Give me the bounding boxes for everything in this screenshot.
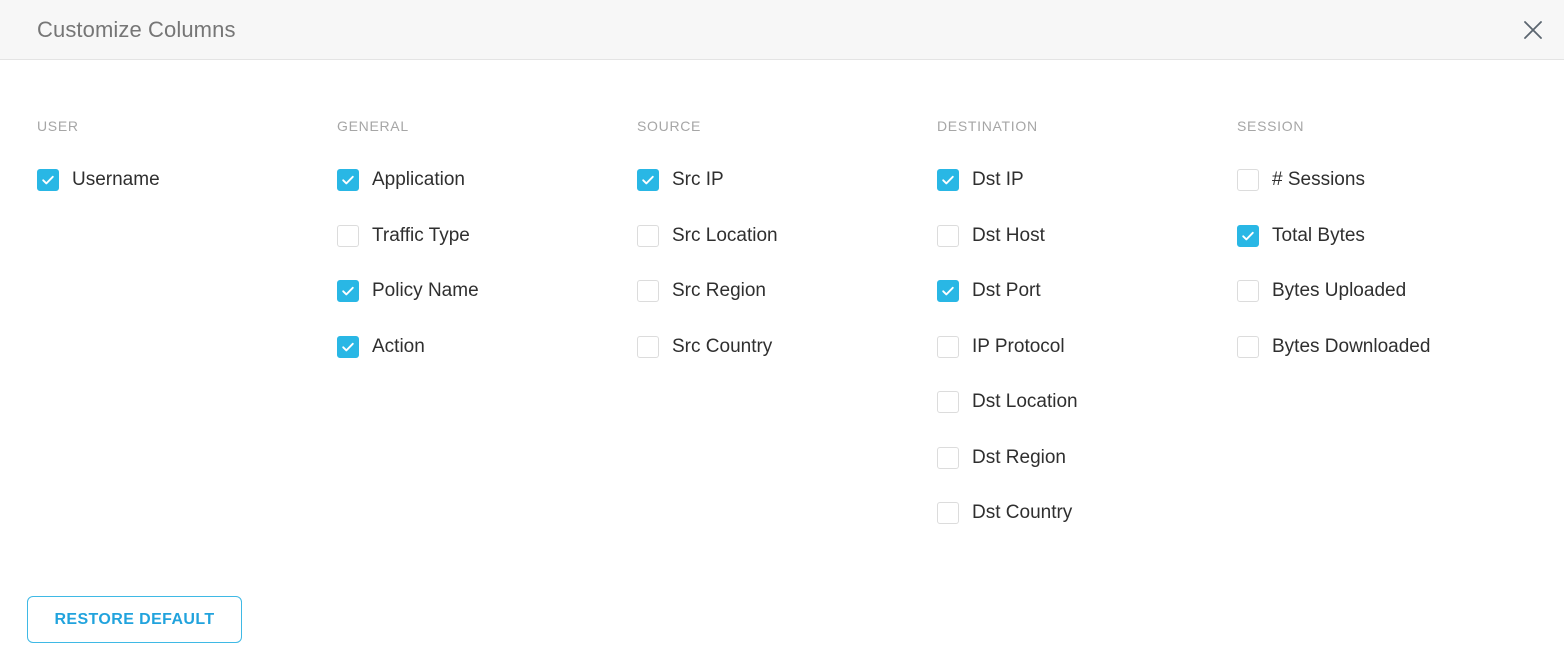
checkbox-checked-icon[interactable] — [937, 280, 959, 302]
column-option-row[interactable]: Traffic Type — [337, 223, 470, 249]
column-group-heading: SOURCE — [637, 118, 702, 134]
checkbox-checked-icon[interactable] — [337, 335, 359, 358]
column-option-row[interactable]: Dst Port — [937, 278, 1041, 304]
checkbox-unchecked-icon[interactable] — [937, 224, 959, 247]
column-option-row[interactable]: Policy Name — [337, 278, 479, 304]
column-option-label: Policy Name — [372, 280, 479, 301]
checkbox-checked-icon[interactable] — [37, 169, 59, 191]
column-option-label: Src Region — [672, 280, 766, 301]
column-option-label: Dst Location — [972, 391, 1078, 412]
column-option-row[interactable]: Bytes Uploaded — [1237, 278, 1406, 304]
checkbox-unchecked-icon[interactable] — [1237, 280, 1259, 302]
column-option-row[interactable]: Src Location — [637, 223, 778, 249]
column-group: SOURCE Src IP Src Location Src Region Src Co… — [637, 118, 937, 526]
column-group: USER Username — [37, 118, 337, 526]
column-option-row[interactable]: Dst Host — [937, 223, 1045, 249]
page-title: Customize Columns — [37, 16, 236, 42]
column-group-heading: DESTINATION — [937, 118, 1038, 134]
column-option-label: Dst Country — [972, 502, 1073, 523]
column-group-heading: GENERAL — [337, 118, 409, 134]
column-group: GENERAL Application Traffic Type Policy Nam… — [337, 118, 637, 526]
restore-default-button[interactable]: RESTORE DEFAULT — [27, 596, 242, 643]
checkbox-checked-icon[interactable] — [637, 169, 659, 191]
column-option-label: Bytes Downloaded — [1272, 335, 1431, 357]
column-option-row[interactable]: IP Protocol — [937, 334, 1065, 360]
column-option-row[interactable]: Src Country — [637, 334, 772, 360]
column-option-label: Application — [372, 169, 465, 190]
checkbox-checked-icon[interactable] — [337, 280, 359, 302]
column-option-row[interactable]: Src Region — [637, 278, 766, 304]
column-option-row[interactable]: Bytes Downloaded — [1237, 334, 1430, 360]
checkbox-unchecked-icon[interactable] — [637, 280, 659, 302]
column-group: SESSION # Sessions Total Bytes Bytes Upload… — [1237, 118, 1537, 526]
column-option-label: Bytes Uploaded — [1272, 280, 1407, 301]
column-option-label: Username — [72, 169, 160, 190]
column-option-label: IP Protocol — [972, 335, 1065, 357]
column-option-row[interactable]: Dst Location — [937, 389, 1078, 415]
modal-body: USER Username GENERAL Application Traffic Ty… — [0, 60, 1564, 654]
column-option-row[interactable]: Total Bytes — [1237, 223, 1365, 249]
checkbox-unchecked-icon[interactable] — [937, 391, 959, 413]
column-group-heading: SESSION — [1237, 118, 1305, 134]
column-option-label: Total Bytes — [1272, 224, 1365, 246]
column-groups-grid: USER Username GENERAL Application Traffic Ty… — [37, 118, 1564, 526]
close-button[interactable] — [1516, 13, 1550, 47]
column-option-label: Dst Port — [972, 280, 1041, 301]
checkbox-checked-icon[interactable] — [337, 169, 359, 191]
column-option-label: Dst IP — [972, 169, 1024, 190]
checkbox-unchecked-icon[interactable] — [337, 224, 359, 247]
column-group-heading: USER — [37, 118, 79, 134]
column-option-row[interactable]: Action — [337, 334, 425, 360]
column-group: DESTINATION Dst IP Dst Host Dst Port IP Prot… — [937, 118, 1237, 526]
checkbox-unchecked-icon[interactable] — [937, 502, 959, 524]
column-option-label: Src Country — [672, 335, 773, 357]
column-option-row[interactable]: Dst IP — [937, 167, 1024, 193]
close-icon — [1522, 19, 1544, 41]
column-option-label: Src IP — [672, 169, 724, 190]
checkbox-unchecked-icon[interactable] — [637, 224, 659, 247]
column-option-row[interactable]: # Sessions — [1237, 167, 1365, 193]
column-option-row[interactable]: Dst Country — [937, 500, 1072, 526]
checkbox-unchecked-icon[interactable] — [1237, 169, 1259, 191]
checkbox-checked-icon[interactable] — [937, 169, 959, 191]
column-option-label: Src Location — [672, 224, 778, 246]
column-option-label: Dst Host — [972, 224, 1045, 246]
checkbox-unchecked-icon[interactable] — [937, 446, 959, 469]
modal-header: Customize Columns — [0, 0, 1564, 60]
column-option-label: Traffic Type — [372, 224, 470, 246]
column-option-row[interactable]: Src IP — [637, 167, 724, 193]
column-option-label: Dst Region — [972, 446, 1066, 468]
checkbox-unchecked-icon[interactable] — [937, 335, 959, 358]
checkbox-unchecked-icon[interactable] — [1237, 335, 1259, 358]
checkbox-unchecked-icon[interactable] — [637, 335, 659, 358]
column-option-label: # Sessions — [1272, 169, 1365, 190]
checkbox-checked-icon[interactable] — [1237, 224, 1259, 247]
column-option-row[interactable]: Application — [337, 167, 465, 193]
column-option-label: Action — [372, 335, 425, 357]
column-option-row[interactable]: Username — [37, 167, 160, 193]
column-option-row[interactable]: Dst Region — [937, 445, 1066, 471]
